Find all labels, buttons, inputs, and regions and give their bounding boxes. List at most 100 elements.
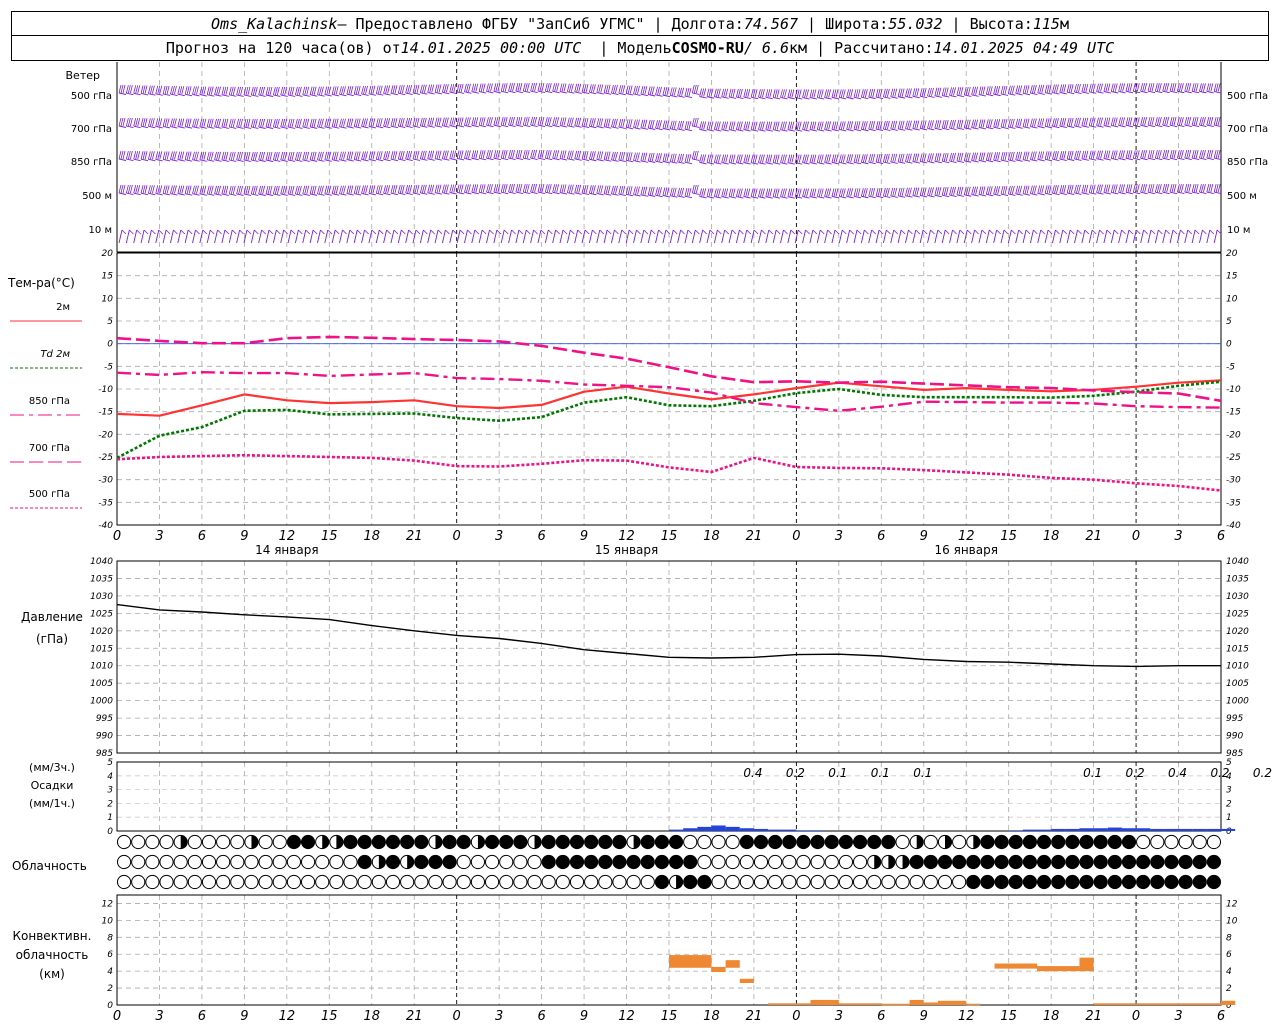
wind-barb-flag bbox=[927, 153, 930, 162]
cloud-symbol bbox=[541, 834, 556, 850]
wind-barb-flag bbox=[765, 154, 769, 163]
conv-cloud-bar bbox=[1079, 957, 1094, 972]
wind-barb-shaft bbox=[1015, 93, 1023, 96]
wind-barb-flag bbox=[172, 185, 175, 194]
wind-barb-shaft bbox=[199, 229, 204, 244]
hour-tick: 6 bbox=[198, 529, 206, 544]
wind-barb-flag bbox=[673, 120, 677, 129]
wind-barb-flag bbox=[460, 184, 464, 193]
wind-barb-flag bbox=[1199, 150, 1202, 159]
wind-barb-flag bbox=[1002, 118, 1006, 128]
wind-barb-shaft bbox=[912, 195, 920, 198]
wind-barb-flag bbox=[394, 151, 398, 160]
wind-barb-flag bbox=[269, 86, 273, 96]
wind-barb-flag bbox=[342, 229, 347, 235]
cloud-symbol bbox=[300, 874, 316, 890]
wind-barb-shaft bbox=[185, 126, 193, 129]
wind-barb-flag bbox=[1191, 150, 1195, 159]
wind-barb-flag bbox=[133, 118, 137, 127]
wind-barb-flag bbox=[210, 118, 214, 127]
wind-barb-flag bbox=[1083, 150, 1087, 159]
conv-ytick-right: 2 bbox=[1226, 984, 1232, 994]
temp-ytick: -35 bbox=[98, 498, 113, 508]
wind-barb-flag bbox=[508, 117, 511, 126]
wind-barb-flag bbox=[267, 118, 271, 128]
wind-barb-shaft bbox=[1184, 90, 1192, 94]
wind-barb-shaft bbox=[405, 125, 413, 128]
wind-barb-flag bbox=[1083, 117, 1087, 126]
wind-barb-flag bbox=[133, 151, 137, 160]
wind-barb-flag bbox=[762, 188, 765, 197]
wind-barb-flag bbox=[1166, 117, 1170, 126]
wind-barb-flag bbox=[405, 150, 409, 160]
wind-barb-shaft bbox=[868, 229, 873, 244]
wind-barb-shaft bbox=[898, 161, 906, 164]
conv-cloud-bar bbox=[966, 1003, 981, 1006]
conv-cloud-bar bbox=[881, 1003, 910, 1006]
wind-barb-flag bbox=[791, 154, 795, 163]
wind-barb-flag bbox=[1074, 150, 1077, 159]
wind-barb-shaft bbox=[824, 229, 829, 244]
wind-barb-shaft bbox=[956, 94, 964, 98]
wind-barb-shaft bbox=[721, 196, 729, 199]
wind-barb-flag bbox=[941, 187, 945, 196]
hour-tick: 18 bbox=[363, 529, 380, 544]
wind-barb-flag bbox=[1215, 117, 1219, 126]
wind-barb-flag bbox=[333, 151, 337, 160]
wind-barb-flag bbox=[181, 118, 185, 127]
wind-barb-flag bbox=[589, 118, 592, 127]
wind-barb-flag bbox=[343, 86, 346, 95]
wind-barb-flag bbox=[1184, 184, 1188, 193]
wind-barb-flag bbox=[317, 86, 320, 95]
wind-barb-shaft bbox=[780, 229, 784, 244]
wind-barb-flag bbox=[1004, 85, 1008, 95]
cloud-symbol bbox=[442, 854, 457, 870]
wind-barb-flag bbox=[519, 183, 523, 193]
wind-barb-flag bbox=[633, 152, 636, 161]
wind-barb-flag bbox=[824, 121, 827, 130]
cloud-symbol bbox=[640, 834, 655, 850]
wind-barb-shaft bbox=[126, 125, 134, 129]
hour-tick: 3 bbox=[1174, 529, 1182, 544]
wind-barb-shaft bbox=[817, 129, 825, 132]
wind-barb-shaft bbox=[758, 162, 766, 165]
wind-barb-flag bbox=[1210, 184, 1214, 193]
wind-barb-flag bbox=[941, 120, 945, 129]
pressure-ytick-right: 1035 bbox=[1226, 574, 1249, 584]
wind-barb-flag bbox=[644, 186, 648, 195]
wind-barb-flag bbox=[247, 185, 251, 195]
wind-barb-flag bbox=[142, 151, 146, 160]
wind-barb-shaft bbox=[501, 124, 509, 128]
wind-barb-flag bbox=[581, 117, 585, 127]
precip-bar bbox=[1164, 828, 1179, 831]
wind-barb-flag bbox=[346, 185, 350, 194]
hour-tick: 9 bbox=[240, 529, 248, 544]
wind-barb-shaft bbox=[942, 160, 950, 164]
wind-barb-shaft bbox=[1184, 157, 1192, 161]
wind-barb-shaft bbox=[809, 97, 817, 100]
cloud-symbol bbox=[371, 834, 386, 850]
wind-barb-flag bbox=[864, 188, 868, 197]
wind-barb-shaft bbox=[773, 162, 781, 165]
wind-barb-shaft bbox=[1103, 91, 1111, 94]
wind-barb-flag bbox=[846, 154, 850, 163]
wind-barb-flag bbox=[1156, 83, 1160, 92]
cloud-symbol bbox=[711, 854, 726, 870]
wind-barb-flag bbox=[192, 185, 195, 194]
wind-barb-flag bbox=[1213, 184, 1217, 193]
cloud-symbol bbox=[414, 834, 429, 850]
wind-barb-flag bbox=[1132, 83, 1136, 92]
wind-barb-shaft bbox=[574, 192, 582, 195]
wind-barb-flag bbox=[436, 184, 440, 193]
wind-barb-flag bbox=[120, 184, 124, 194]
wind-barb-flag bbox=[728, 154, 732, 163]
wind-barb-shaft bbox=[177, 193, 185, 196]
wind-barb-flag bbox=[306, 118, 310, 128]
wind-barb-flag bbox=[159, 151, 163, 160]
wind-barb-flag bbox=[855, 89, 859, 98]
wind-barb-flag bbox=[265, 151, 269, 161]
wind-barb-flag bbox=[767, 121, 771, 130]
wind-barb-shaft bbox=[295, 159, 303, 162]
wind-barb-flag bbox=[989, 152, 993, 161]
wind-barb-flag bbox=[1184, 117, 1188, 126]
